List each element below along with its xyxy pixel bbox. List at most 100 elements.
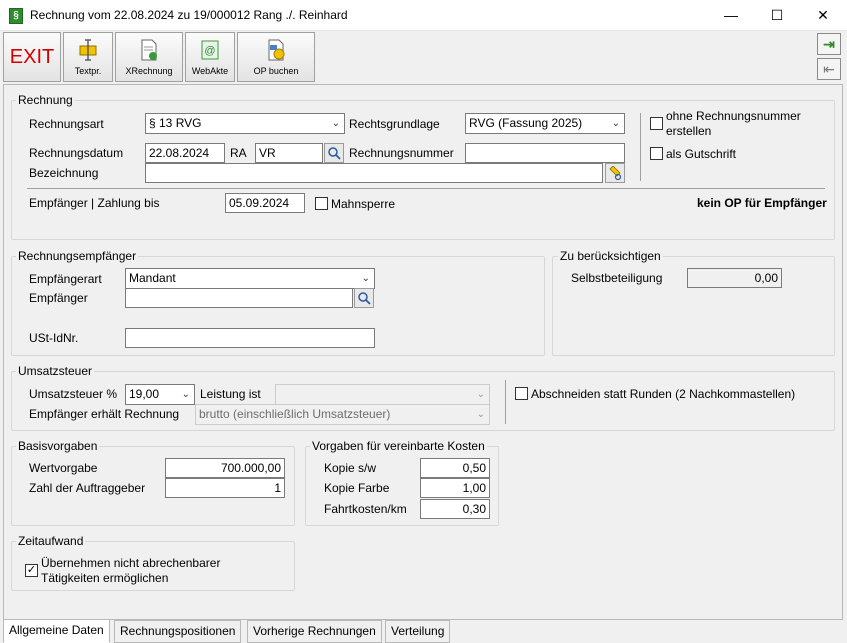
empfaengerart-label: Empfängerart (29, 272, 102, 286)
rechnungsdatum-input[interactable]: 22.08.2024 (145, 143, 225, 163)
fahrtkosten-input[interactable]: 0,30 (420, 499, 490, 519)
ust-value: 19,00 (129, 387, 160, 401)
mahnsperre-checkbox[interactable] (315, 197, 328, 210)
empfaenger-erhaelt-select[interactable]: brutto (einschließlich Umsatzsteuer) ⌄ (195, 404, 490, 425)
svg-text:@: @ (204, 45, 215, 57)
app-icon: § (9, 8, 23, 24)
vertical-divider (505, 380, 506, 424)
rechnung-separator (27, 188, 825, 189)
kopie-farbe-input[interactable]: 1,00 (420, 478, 490, 498)
op-buchen-button[interactable]: OP buchen (237, 32, 315, 82)
umsatzsteuer-group-title: Umsatzsteuer (16, 364, 95, 378)
ustid-label: USt-IdNr. (29, 331, 79, 345)
maximize-button[interactable]: ☐ (754, 0, 800, 31)
empfaenger-erhaelt-label: Empfänger erhält Rechnung (29, 407, 180, 421)
auftraggeber-input[interactable]: 1 (165, 478, 285, 498)
ohne-rechnungsnummer-checkbox[interactable] (650, 117, 663, 130)
empfaenger-label: Empfänger (29, 291, 88, 305)
bezeichnung-label: Bezeichnung (29, 166, 99, 180)
selbstbeteiligung-input[interactable]: 0,00 (687, 268, 782, 288)
chevron-down-icon: ⌄ (611, 118, 620, 129)
ustid-input[interactable] (125, 328, 375, 348)
text-template-icon (79, 39, 97, 61)
window-title: Rechnung vom 22.08.2024 zu 19/000012 Ran… (30, 8, 348, 22)
nav-forward-icon[interactable]: ⇥ (817, 33, 841, 55)
chevron-down-icon: ⌄ (361, 273, 370, 284)
ust-select[interactable]: 19,00 ⌄ (125, 384, 195, 405)
leistung-select[interactable]: ⌄ (275, 384, 490, 405)
tab-verteilung[interactable]: Verteilung (385, 620, 451, 643)
xrechnung-button[interactable]: XRechnung (115, 32, 183, 82)
rechnungsart-select[interactable]: § 13 RVG ⌄ (145, 113, 345, 134)
rechnung-group-title: Rechnung (16, 93, 75, 107)
basisvorgaben-group-title: Basisvorgaben (16, 439, 100, 453)
ra-input[interactable]: VR (255, 143, 323, 163)
ust-label: Umsatzsteuer % (29, 387, 118, 401)
tab-rechnungspositionen[interactable]: Rechnungspositionen (114, 620, 242, 643)
bezeichnung-browse-icon[interactable] (605, 163, 625, 183)
wertvorgabe-label: Wertvorgabe (29, 461, 98, 475)
abschneiden-checkbox[interactable] (515, 387, 528, 400)
rechnungsempfaenger-group-title: Rechnungsempfänger (16, 249, 139, 263)
uebernehmen-label-1: Übernehmen nicht abrechenbarer (41, 556, 221, 570)
kosten-group-title: Vorgaben für vereinbarte Kosten (310, 439, 487, 453)
bezeichnung-input[interactable] (145, 163, 603, 183)
chevron-down-icon: ⌄ (476, 409, 485, 420)
ohne-rechnungsnummer-label-1: ohne Rechnungsnummer (666, 109, 801, 123)
vertical-divider (640, 113, 641, 181)
chevron-down-icon: ⌄ (476, 389, 485, 400)
kopie-farbe-label: Kopie Farbe (324, 481, 390, 495)
empfaenger-input[interactable] (125, 288, 353, 308)
empfaengerart-value: Mandant (129, 271, 176, 285)
nav-back-icon[interactable]: ⇤ (817, 58, 841, 80)
xrechnung-icon (141, 39, 157, 61)
abschneiden-label: Abschneiden statt Runden (2 Nachkommaste… (531, 387, 796, 401)
rechnungsart-value: § 13 RVG (149, 116, 202, 130)
zeitaufwand-group-title: Zeitaufwand (16, 534, 86, 548)
zu-beruecksichtigen-group-title: Zu berücksichtigen (558, 249, 663, 263)
webakte-button[interactable]: @ WebAkte (185, 32, 235, 82)
ra-search-icon[interactable] (324, 143, 344, 163)
rechtsgrundlage-value: RVG (Fassung 2025) (469, 116, 583, 130)
leistung-label: Leistung ist (200, 387, 261, 401)
minimize-button[interactable]: — (708, 0, 754, 31)
fahrtkosten-label: Fahrtkosten/km (324, 502, 407, 516)
kein-op-text: kein OP für Empfänger (697, 196, 827, 210)
rechnungsdatum-label: Rechnungsdatum (29, 146, 124, 160)
selbstbeteiligung-label: Selbstbeteiligung (571, 271, 663, 285)
ohne-rechnungsnummer-label-2: erstellen (666, 124, 712, 138)
textpr-label: Textpr. (74, 66, 102, 76)
empfaenger-erhaelt-value: brutto (einschließlich Umsatzsteuer) (199, 407, 391, 421)
empfaenger-search-icon[interactable] (354, 288, 374, 308)
rechnungsnummer-input[interactable] (465, 143, 625, 163)
op-buchen-icon (268, 39, 285, 61)
rechnungsnummer-label: Rechnungsnummer (349, 146, 454, 160)
chevron-down-icon: ⌄ (181, 389, 190, 400)
uebernehmen-checkbox[interactable]: ✓ (25, 564, 38, 577)
tab-vorherige-rechnungen[interactable]: Vorherige Rechnungen (247, 620, 382, 643)
kopie-sw-label: Kopie s/w (324, 461, 377, 475)
rechtsgrundlage-label: Rechtsgrundlage (349, 117, 440, 131)
webakte-icon: @ (201, 40, 219, 60)
empfaenger-zahlung-label: Empfänger | Zahlung bis (29, 196, 160, 210)
textpr-button[interactable]: Textpr. (63, 32, 113, 82)
gutschrift-checkbox[interactable] (650, 147, 663, 160)
ra-label: RA (230, 146, 247, 160)
rechtsgrundlage-select[interactable]: RVG (Fassung 2025) ⌄ (465, 113, 625, 134)
close-button[interactable]: ✕ (800, 0, 846, 31)
kopie-sw-input[interactable]: 0,50 (420, 458, 490, 478)
gutschrift-label: als Gutschrift (666, 147, 737, 161)
auftraggeber-label: Zahl der Auftraggeber (29, 481, 146, 495)
exit-button[interactable]: EXIT (3, 32, 61, 82)
xrechnung-label: XRechnung (125, 66, 173, 76)
wertvorgabe-input[interactable]: 700.000,00 (165, 458, 285, 478)
tab-allgemeine-daten[interactable]: Allgemeine Daten (3, 619, 110, 643)
op-buchen-label: OP buchen (253, 66, 299, 76)
chevron-down-icon: ⌄ (331, 118, 340, 129)
empfaengerart-select[interactable]: Mandant ⌄ (125, 268, 375, 289)
zahlung-bis-input[interactable]: 05.09.2024 (225, 193, 305, 213)
webakte-label: WebAkte (191, 66, 229, 76)
rechnungsart-label: Rechnungsart (29, 117, 104, 131)
mahnsperre-label: Mahnsperre (331, 197, 396, 211)
uebernehmen-label-2: Tätigkeiten ermöglichen (41, 571, 169, 585)
